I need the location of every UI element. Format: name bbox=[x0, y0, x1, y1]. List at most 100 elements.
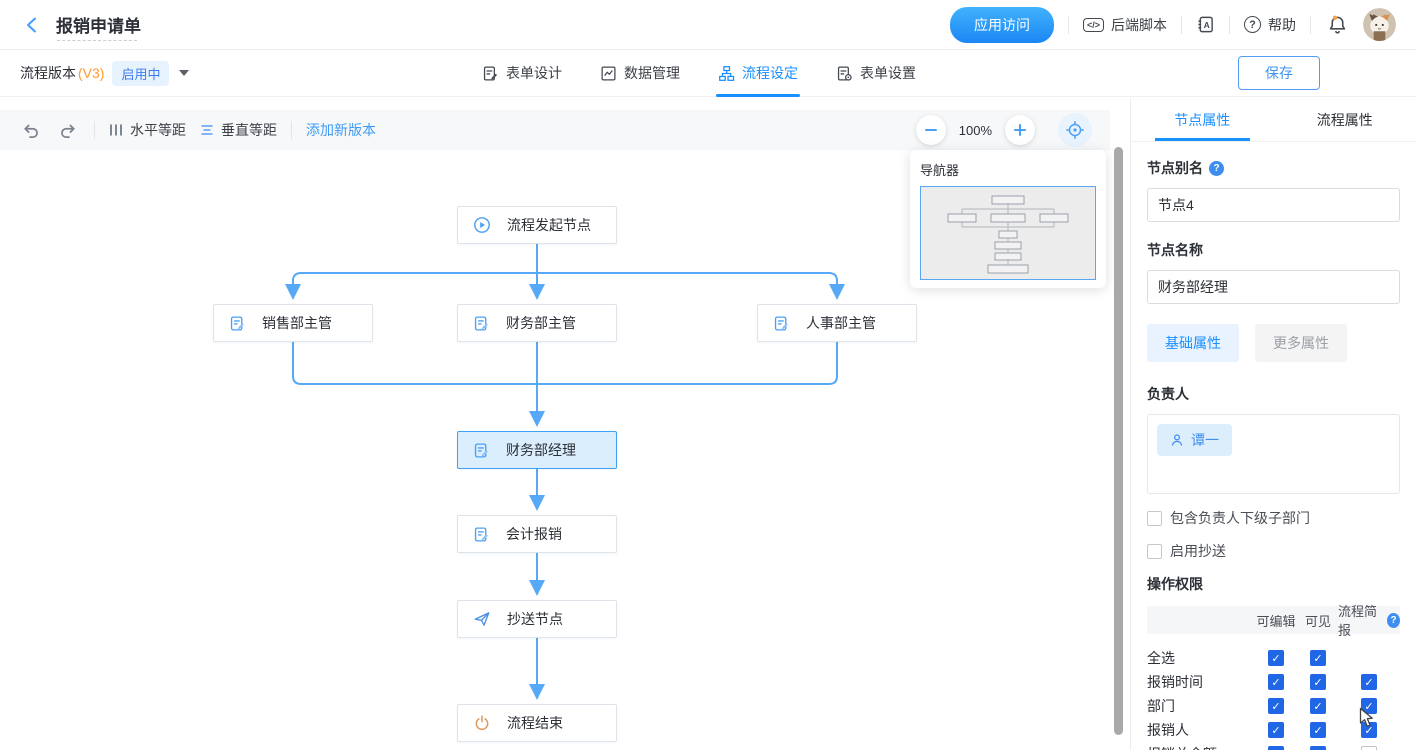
crosshair-target-icon bbox=[1065, 120, 1085, 140]
person-icon bbox=[1170, 433, 1184, 447]
redo-button[interactable] bbox=[56, 118, 80, 142]
undo-button[interactable] bbox=[18, 118, 42, 142]
perm-checkbox[interactable] bbox=[1361, 674, 1377, 690]
user-avatar[interactable] bbox=[1363, 8, 1396, 41]
form-pen-icon bbox=[773, 315, 790, 332]
back-button[interactable] bbox=[20, 13, 44, 37]
navigator-minimap[interactable] bbox=[920, 186, 1096, 280]
owner-picker[interactable]: 谭一 bbox=[1147, 414, 1400, 494]
backend-script-button[interactable]: </> 后端脚本 bbox=[1083, 15, 1167, 35]
contacts-button[interactable]: A bbox=[1196, 15, 1215, 34]
alias-help-icon[interactable]: ? bbox=[1209, 161, 1224, 176]
properties-tabs: 节点属性 流程属性 bbox=[1131, 98, 1416, 142]
plus-icon bbox=[1013, 123, 1027, 137]
permissions-header-editable: 可编辑 bbox=[1254, 606, 1298, 634]
code-icon: </> bbox=[1083, 18, 1104, 32]
navigator-title: 导航器 bbox=[920, 160, 1096, 179]
node-process-end[interactable]: 流程结束 bbox=[457, 704, 617, 742]
version-dropdown-caret[interactable] bbox=[179, 70, 189, 76]
version-bar: 流程版本 (V3) 启用中 表单设计 数据管理 bbox=[0, 50, 1416, 97]
canvas-toolbar: 水平等距 垂直等距 添加新版本 100% bbox=[0, 110, 1110, 150]
owner-label: 负责人 bbox=[1147, 384, 1400, 404]
perm-checkbox[interactable] bbox=[1310, 746, 1326, 750]
node-process-start[interactable]: 流程发起节点 bbox=[457, 206, 617, 244]
undo-icon bbox=[21, 121, 40, 140]
perm-checkbox[interactable] bbox=[1310, 698, 1326, 714]
contacts-icon: A bbox=[1196, 15, 1215, 34]
paper-plane-icon bbox=[473, 610, 491, 628]
perm-checkbox[interactable] bbox=[1268, 674, 1284, 690]
perm-checkbox[interactable] bbox=[1268, 698, 1284, 714]
data-management-icon bbox=[600, 65, 617, 82]
node-alias-input[interactable] bbox=[1147, 188, 1400, 222]
perm-row-label: 报销时间 bbox=[1147, 670, 1254, 694]
flow-canvas[interactable]: 水平等距 垂直等距 添加新版本 100% bbox=[0, 98, 1130, 750]
tab-node-properties[interactable]: 节点属性 bbox=[1131, 98, 1274, 141]
perm-row-label: 报销人 bbox=[1147, 718, 1254, 742]
enable-cc-checkbox[interactable]: 启用抄送 bbox=[1147, 541, 1400, 561]
owner-chip[interactable]: 谭一 bbox=[1157, 424, 1232, 456]
tab-form-settings[interactable]: 表单设置 bbox=[834, 50, 918, 97]
perm-checkbox[interactable] bbox=[1310, 650, 1326, 666]
redo-icon bbox=[59, 121, 78, 140]
node-accounting-reimburse[interactable]: 会计报销 bbox=[457, 515, 617, 553]
node-finance-supervisor[interactable]: 财务部主管 bbox=[457, 304, 617, 342]
perm-checkbox[interactable] bbox=[1268, 722, 1284, 738]
zoom-level: 100% bbox=[959, 123, 992, 138]
form-pen-icon bbox=[473, 315, 490, 332]
perm-checkbox[interactable] bbox=[1268, 746, 1284, 750]
divider bbox=[1229, 16, 1230, 34]
perm-checkbox[interactable] bbox=[1310, 674, 1326, 690]
locate-button[interactable] bbox=[1058, 113, 1092, 147]
tab-data-management[interactable]: 数据管理 bbox=[598, 50, 682, 97]
perm-checkbox[interactable] bbox=[1361, 722, 1377, 738]
node-hr-supervisor[interactable]: 人事部主管 bbox=[757, 304, 917, 342]
horizontal-spacing-icon bbox=[109, 123, 123, 137]
properties-panel: 节点属性 流程属性 节点别名 ? 节点名称 基础属性 更多属性 负责人 谭一 bbox=[1130, 98, 1416, 750]
form-pen-icon bbox=[473, 526, 490, 543]
node-alias-label: 节点别名 ? bbox=[1147, 158, 1400, 178]
play-circle-icon bbox=[473, 216, 491, 234]
divider bbox=[1310, 16, 1311, 34]
report-help-icon[interactable]: ? bbox=[1387, 613, 1400, 628]
permissions-header-blank bbox=[1147, 606, 1254, 634]
app-header: 报销申请单 应用访问 </> 后端脚本 A ? 帮助 bbox=[0, 0, 1416, 50]
more-properties-button[interactable]: 更多属性 bbox=[1255, 324, 1347, 362]
perm-checkbox[interactable] bbox=[1361, 698, 1377, 714]
checkbox-unchecked[interactable] bbox=[1147, 544, 1162, 559]
perm-checkbox[interactable] bbox=[1268, 650, 1284, 666]
vertical-spacing-button[interactable]: 垂直等距 bbox=[200, 120, 277, 140]
help-button[interactable]: ? 帮助 bbox=[1244, 15, 1296, 35]
zoom-out-button[interactable] bbox=[916, 115, 946, 145]
permissions-header-report: 流程简报 ? bbox=[1338, 606, 1400, 634]
tab-flow-settings[interactable]: 流程设定 bbox=[716, 50, 800, 97]
checkbox-unchecked[interactable] bbox=[1147, 511, 1162, 526]
panel-scrollbar[interactable] bbox=[1114, 147, 1123, 735]
bell-icon bbox=[1327, 14, 1348, 35]
node-sales-supervisor[interactable]: 销售部主管 bbox=[213, 304, 373, 342]
status-badge: 启用中 bbox=[112, 61, 169, 86]
save-button[interactable]: 保存 bbox=[1238, 56, 1320, 90]
permissions-table: 可编辑 可见 流程简报 ? 全选 报销时间 部门 报销人 报销总金额 bbox=[1147, 606, 1400, 750]
node-name-input[interactable] bbox=[1147, 270, 1400, 304]
perm-checkbox[interactable] bbox=[1361, 746, 1377, 750]
flow-settings-icon bbox=[718, 65, 735, 82]
include-subdept-checkbox[interactable]: 包含负责人下级子部门 bbox=[1147, 508, 1400, 528]
app-access-button[interactable]: 应用访问 bbox=[950, 7, 1054, 43]
avatar-image bbox=[1363, 8, 1396, 41]
tab-form-design[interactable]: 表单设计 bbox=[480, 50, 564, 97]
minus-icon bbox=[924, 123, 938, 137]
add-version-link[interactable]: 添加新版本 bbox=[306, 120, 376, 140]
page-title: 报销申请单 bbox=[56, 12, 141, 37]
question-circle-icon: ? bbox=[1244, 16, 1261, 33]
notification-bell-button[interactable] bbox=[1325, 13, 1349, 37]
form-pen-icon bbox=[473, 442, 490, 459]
node-finance-manager[interactable]: 财务部经理 bbox=[457, 431, 617, 469]
horizontal-spacing-button[interactable]: 水平等距 bbox=[109, 120, 186, 140]
zoom-in-button[interactable] bbox=[1005, 115, 1035, 145]
node-cc[interactable]: 抄送节点 bbox=[457, 600, 617, 638]
perm-checkbox[interactable] bbox=[1310, 722, 1326, 738]
basic-properties-button[interactable]: 基础属性 bbox=[1147, 324, 1239, 362]
tab-flow-properties[interactable]: 流程属性 bbox=[1274, 98, 1416, 141]
node-name-label: 节点名称 bbox=[1147, 240, 1400, 260]
